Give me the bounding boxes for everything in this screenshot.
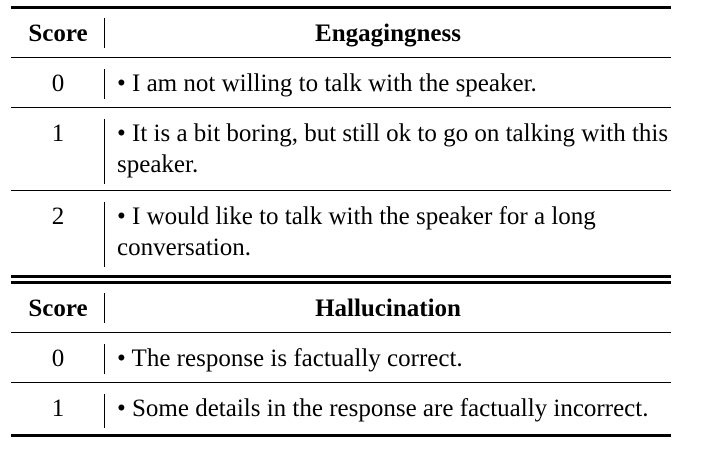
description-text: • The response is factually correct. — [117, 345, 463, 372]
score-cell: 1 — [11, 107, 105, 191]
table-row: 1 • It is a bit boring, but still ok to … — [11, 107, 671, 191]
table-row: 0 • The response is factually correct. — [11, 332, 671, 383]
score-cell: 0 — [11, 57, 105, 108]
description-cell: • The response is factually correct. — [105, 332, 671, 383]
table-separator-rule — [11, 275, 671, 278]
description-cell: • It is a bit boring, but still ok to go… — [105, 107, 671, 191]
score-header: Score — [11, 7, 105, 58]
score-cell: 1 — [11, 382, 105, 437]
description-text: • I am not willing to talk with the spea… — [117, 70, 537, 97]
table-row: 2 • I would like to talk with the speake… — [11, 191, 671, 274]
hallucination-table: Score Hallucination 0 • The response is … — [11, 281, 671, 437]
rubric-tables: Score Engagingness 0 • I am not willing … — [11, 6, 671, 437]
description-text: • Some details in the response are factu… — [117, 395, 649, 422]
table-row: 1 • Some details in the response are fac… — [11, 382, 671, 437]
description-cell: • Some details in the response are factu… — [105, 382, 671, 437]
criterion-header: Engagingness — [105, 7, 671, 58]
description-text: • I would like to talk with the speaker … — [117, 203, 596, 261]
criterion-header: Hallucination — [105, 282, 671, 333]
description-cell: • I am not willing to talk with the spea… — [105, 57, 671, 108]
score-cell: 2 — [11, 191, 105, 274]
engagingness-table: Score Engagingness 0 • I am not willing … — [11, 6, 671, 273]
score-cell: 0 — [11, 332, 105, 383]
description-cell: • I would like to talk with the speaker … — [105, 191, 671, 274]
score-header: Score — [11, 282, 105, 333]
description-text: • It is a bit boring, but still ok to go… — [117, 120, 669, 178]
table-row: 0 • I am not willing to talk with the sp… — [11, 57, 671, 108]
table-header-row: Score Engagingness — [11, 7, 671, 58]
table-header-row: Score Hallucination — [11, 282, 671, 333]
